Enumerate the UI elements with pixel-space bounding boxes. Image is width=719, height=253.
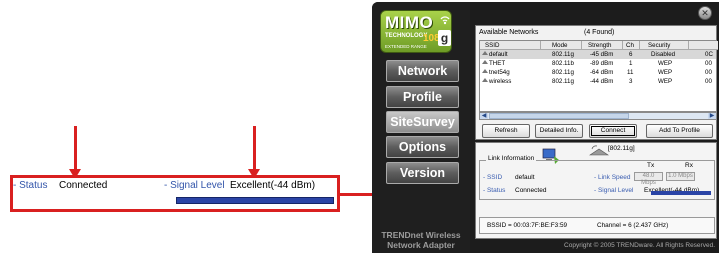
signal-arrow [248,126,260,179]
network-icon [482,78,488,82]
tx-header: Tx [647,162,655,169]
callout-status-label: - Status [13,180,48,191]
copyright-text: Copyright © 2005 TRENDware. All Rights R… [564,242,715,249]
callout-status-value: Connected [59,180,108,191]
status-label: - Status [483,187,506,194]
logo-brand: MIMO [385,13,434,32]
callout-signal-value: Excellent(-44 dBm) [230,180,316,191]
networks-table: SSID Mode Strength Ch Security default 8… [479,40,718,112]
mimo-logo: MIMO TECHNOLOGY EXTENDED RANGE 108 g [380,10,452,53]
add-to-profile-button[interactable]: Add To Profile [646,124,713,138]
scroll-left-icon[interactable]: ◀ [480,113,488,119]
networks-found-count: (4 Found) [584,29,615,36]
zoomed-status-callout: - Status Connected - Signal Level Excell… [10,175,340,212]
signal-level-label: - Signal Level [594,187,634,194]
network-icon [482,51,488,55]
adapter-name-line2: Network Adapter [387,240,455,250]
scroll-right-icon[interactable]: ▶ [708,113,716,119]
detailed-info-button[interactable]: Detailed Info. [535,124,583,138]
antenna-icon [589,145,609,156]
ssid-value: default [515,174,535,181]
nav-options-button[interactable]: Options [386,136,459,158]
link-information-panel: [802.11g] Link Information Tx Rx - SSID … [475,142,717,239]
col-security[interactable]: Security [648,42,670,49]
tx-speed-field: 48.0 Mbps [634,172,663,186]
network-icon [482,69,488,73]
table-row[interactable]: wireless 802.11g -44 dBm 3 WEP 00 [480,77,716,86]
col-mode[interactable]: Mode [552,42,567,49]
col-strength[interactable]: Strength [588,42,611,49]
table-row[interactable]: THET 802.11b -89 dBm 1 WEP 00 [480,59,716,68]
logo-band: g [438,30,451,46]
wifi-signal-icon [440,16,450,25]
table-row[interactable]: tnet54g 802.11g -64 dBm 11 WEP 00 [480,68,716,77]
adapter-name-line1: TRENDnet Wireless [381,230,461,240]
horizontal-scrollbar[interactable]: ◀ ▶ [479,112,717,120]
link-info-title: Link Information [486,155,537,162]
col-ch[interactable]: Ch [626,42,634,49]
bssid-value: BSSID = 00:03:7F:BE:F3:59 [487,222,568,229]
nav-version-button[interactable]: Version [386,162,459,184]
channel-value: Channel = 6 (2.437 GHz) [597,222,669,229]
logo-range: EXTENDED RANGE [385,44,427,49]
callout-signal-bar [176,197,334,204]
close-icon[interactable]: ✕ [698,6,712,20]
status-arrow [69,126,81,179]
sidebar: MIMO TECHNOLOGY EXTENDED RANGE 108 g Net… [372,2,470,253]
nav-profile-button[interactable]: Profile [386,86,459,108]
link-speed-label: - Link Speed [594,174,631,181]
nav-network-button[interactable]: Network [386,60,459,82]
network-icon [482,60,488,64]
ssid-label: - SSID [483,174,503,181]
refresh-button[interactable]: Refresh [482,124,530,138]
wireless-utility-window: MIMO TECHNOLOGY EXTENDED RANGE 108 g Net… [372,2,719,253]
available-networks-title: Available Networks [479,29,539,36]
connect-button[interactable]: Connect [589,124,637,138]
nav-sitesurvey-button[interactable]: SiteSurvey [386,111,459,133]
col-ssid[interactable]: SSID [485,42,499,49]
table-row[interactable]: default 802.11g -45 dBm 6 Disabled 0C [480,50,716,59]
bssid-info-box: BSSID = 00:03:7F:BE:F3:59 Channel = 6 (2… [479,217,715,234]
logo-subtitle: TECHNOLOGY [385,33,428,39]
rx-header: Rx [685,162,693,169]
status-value: Connected [515,187,547,194]
callout-signal-label: - Signal Level [164,180,225,191]
rx-speed-field: 1.0 Mbps [666,172,695,181]
site-survey-panel: Available Networks (4 Found) SSID Mode S… [475,25,718,140]
table-header: SSID Mode Strength Ch Security [480,41,718,50]
scrollbar-thumb[interactable] [489,113,629,119]
wireless-mode-badge: [802.11g] [608,145,635,152]
signal-level-bar [651,191,711,195]
